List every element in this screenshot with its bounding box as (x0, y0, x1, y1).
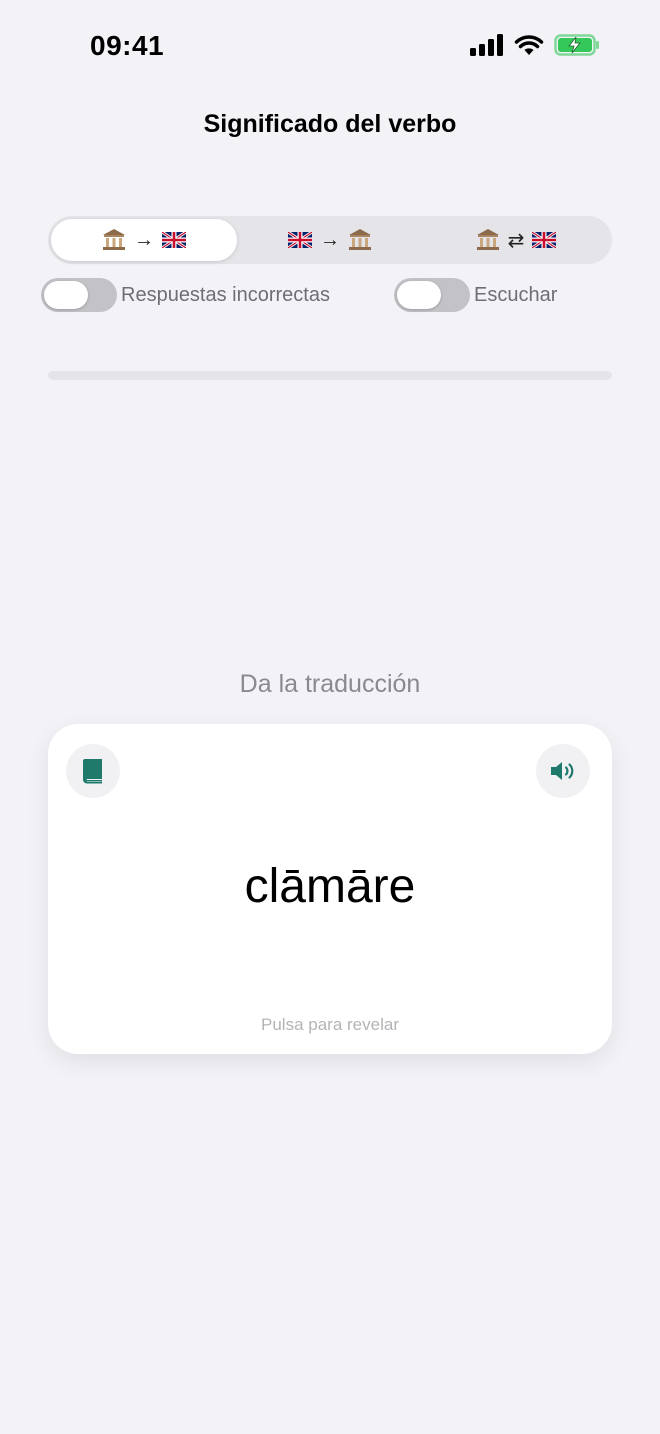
wifi-icon (514, 35, 544, 55)
speaker-icon (551, 762, 574, 780)
status-time: 09:41 (90, 30, 165, 61)
battery-charging-icon (554, 34, 599, 56)
wrong-answers-toggle-row: Respuestas incorrectas (41, 278, 330, 312)
segment-english-to-latin[interactable]: → (237, 219, 423, 261)
status-icons (470, 34, 600, 56)
dictionary-button[interactable] (66, 744, 120, 798)
segment-arrow: → (134, 228, 154, 251)
book-icon (83, 759, 102, 784)
uk-flag-icon (162, 232, 186, 248)
play-audio-button[interactable] (536, 744, 590, 798)
classical-building-icon (349, 229, 371, 250)
listen-toggle[interactable] (394, 278, 470, 312)
wrong-answers-label: Respuestas incorrectas (121, 283, 330, 306)
progress-bar (48, 371, 612, 380)
segment-bidirectional[interactable]: ⇄ (423, 219, 609, 261)
cellular-signal-icon (470, 34, 503, 56)
classical-building-icon (476, 229, 499, 250)
prompt-text: Da la traducción (239, 670, 421, 698)
segment-latin-to-english[interactable]: → (51, 219, 237, 261)
screen: 09:41 Significado del verbo → → ⇄ Respue… (0, 0, 660, 1434)
listen-label: Escuchar (474, 283, 558, 306)
wrong-answers-toggle[interactable] (41, 278, 117, 312)
page-title: Significado del verbo (203, 110, 457, 138)
uk-flag-icon (288, 232, 312, 248)
classical-building-icon (103, 229, 125, 250)
toggle-knob (397, 281, 441, 309)
uk-flag-icon (532, 232, 557, 248)
segment-arrow: → (320, 228, 340, 251)
mode-segmented-control: → → ⇄ (48, 216, 612, 264)
toggle-knob (44, 281, 88, 309)
reveal-hint: Pulsa para revelar (261, 1015, 399, 1034)
flashcard[interactable]: clāmāre Pulsa para revelar (48, 724, 612, 1054)
listen-toggle-row: Escuchar (394, 278, 557, 312)
flashcard-word: clāmāre (244, 860, 416, 913)
segment-arrow: ⇄ (507, 229, 525, 252)
